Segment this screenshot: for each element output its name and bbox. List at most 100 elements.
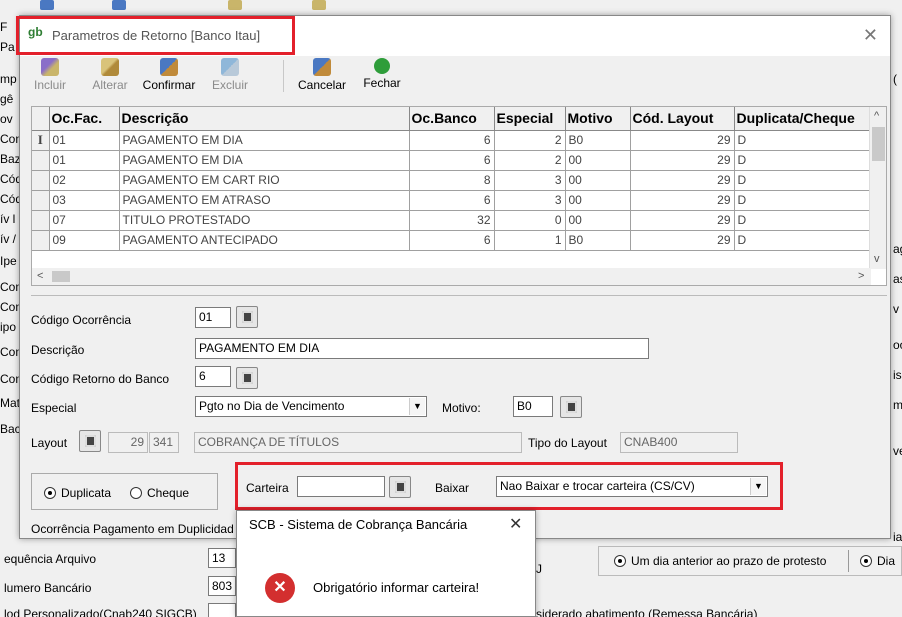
- cell-motivo[interactable]: 00: [565, 170, 631, 191]
- col-header-especial[interactable]: Especial: [494, 107, 566, 131]
- cell-especial[interactable]: 3: [494, 170, 566, 191]
- scroll-left-icon[interactable]: <: [37, 270, 43, 282]
- cancelar-button[interactable]: Cancelar: [294, 58, 350, 92]
- carteira-field[interactable]: [297, 476, 385, 497]
- cell-motivo[interactable]: 00: [565, 150, 631, 171]
- table-row[interactable]: 03 PAGAMENTO EM ATRASO 6 3 00 29 D: [32, 190, 875, 211]
- cell-codlayout[interactable]: 29: [630, 170, 735, 191]
- radio-cheque-label: Cheque: [147, 486, 190, 500]
- bg-radio-protesto[interactable]: Um dia anterior ao prazo de protesto: [614, 554, 826, 568]
- cell-ocfac[interactable]: 03: [49, 190, 120, 211]
- chevron-down-icon[interactable]: ▼: [409, 398, 425, 415]
- codigo-ocorrencia-lookup-icon[interactable]: [236, 306, 258, 328]
- codigo-retorno-field[interactable]: 6: [195, 366, 231, 387]
- cell-especial[interactable]: 1: [494, 230, 566, 251]
- excluir-button[interactable]: Excluir: [206, 58, 254, 92]
- bg-personalizado-field[interactable]: [208, 603, 236, 617]
- codigo-retorno-lookup-icon[interactable]: [236, 367, 258, 389]
- cell-especial[interactable]: 0: [494, 210, 566, 231]
- ocorrencias-grid[interactable]: Oc.Fac. Descrição Oc.Banco Especial Moti…: [31, 106, 887, 286]
- cell-ocbanco[interactable]: 6: [409, 190, 495, 211]
- table-row[interactable]: 09 PAGAMENTO ANTECIPADO 6 1 B0 29 D: [32, 230, 875, 251]
- cell-codlayout[interactable]: 29: [630, 230, 735, 251]
- motivo-field[interactable]: B0: [513, 396, 553, 417]
- col-header-ocbanco[interactable]: Oc.Banco: [409, 107, 495, 131]
- descricao-label: Descrição: [31, 343, 85, 357]
- bg-sequencia-field[interactable]: 13: [208, 548, 236, 568]
- col-header-descricao[interactable]: Descrição: [119, 107, 410, 131]
- radio-duplicata[interactable]: Duplicata: [44, 486, 111, 500]
- cell-codlayout[interactable]: 29: [630, 150, 735, 171]
- cell-especial[interactable]: 3: [494, 190, 566, 211]
- cell-ocbanco[interactable]: 6: [409, 130, 495, 151]
- cell-codlayout[interactable]: 29: [630, 210, 735, 231]
- cell-duplicata[interactable]: D: [734, 190, 875, 211]
- table-row[interactable]: 01 PAGAMENTO EM DIA 6 2 00 29 D: [32, 150, 875, 171]
- cell-codlayout[interactable]: 29: [630, 190, 735, 211]
- cell-descricao[interactable]: PAGAMENTO ANTECIPADO: [119, 230, 410, 251]
- col-header-motivo[interactable]: Motivo: [565, 107, 631, 131]
- chevron-down-icon[interactable]: ▼: [750, 478, 766, 495]
- fechar-button[interactable]: Fechar: [360, 58, 404, 90]
- table-row[interactable]: 02 PAGAMENTO EM CART RIO 8 3 00 29 D: [32, 170, 875, 191]
- cell-ocfac[interactable]: 01: [49, 150, 120, 171]
- cell-codlayout[interactable]: 29: [630, 130, 735, 151]
- grid-header-row: Oc.Fac. Descrição Oc.Banco Especial Moti…: [32, 107, 875, 131]
- col-header-codlayout[interactable]: Cód. Layout: [630, 107, 735, 131]
- cell-descricao[interactable]: PAGAMENTO EM DIA: [119, 150, 410, 171]
- bg-numero-label: lumero Bancário: [4, 581, 92, 595]
- cell-ocbanco[interactable]: 6: [409, 230, 495, 251]
- cell-duplicata[interactable]: D: [734, 170, 875, 191]
- cell-duplicata[interactable]: D: [734, 130, 875, 151]
- radio-cheque[interactable]: Cheque: [130, 486, 189, 500]
- col-header-ocfac[interactable]: Oc.Fac.: [49, 107, 120, 131]
- close-icon[interactable]: ✕: [509, 514, 522, 534]
- cell-ocbanco[interactable]: 6: [409, 150, 495, 171]
- cell-descricao[interactable]: PAGAMENTO EM CART RIO: [119, 170, 410, 191]
- motivo-lookup-icon[interactable]: [560, 396, 582, 418]
- scroll-down-icon[interactable]: v: [874, 253, 880, 265]
- layout-lookup-icon[interactable]: [79, 430, 101, 452]
- cell-ocfac[interactable]: 07: [49, 210, 120, 231]
- bg-radio-dia[interactable]: Dia: [860, 554, 895, 568]
- cell-ocbanco[interactable]: 32: [409, 210, 495, 231]
- incluir-button[interactable]: Incluir: [30, 58, 70, 92]
- cell-descricao[interactable]: PAGAMENTO EM ATRASO: [119, 190, 410, 211]
- scroll-up-icon[interactable]: ^: [874, 110, 879, 122]
- scroll-thumb[interactable]: [52, 271, 70, 282]
- close-icon[interactable]: ✕: [863, 25, 878, 46]
- cell-ocfac[interactable]: 02: [49, 170, 120, 191]
- alterar-button[interactable]: Alterar: [88, 58, 132, 92]
- cell-ocfac[interactable]: 01: [49, 130, 120, 151]
- bg-numero-field[interactable]: 803: [208, 576, 236, 596]
- bg-j-text: J: [536, 562, 542, 576]
- confirmar-button[interactable]: Confirmar: [138, 58, 200, 92]
- grid-horizontal-scrollbar[interactable]: < >: [32, 268, 871, 285]
- cell-duplicata[interactable]: D: [734, 210, 875, 231]
- codigo-ocorrencia-field[interactable]: 01: [195, 307, 231, 328]
- cell-motivo[interactable]: B0: [565, 130, 631, 151]
- scroll-right-icon[interactable]: >: [858, 270, 864, 282]
- col-header-duplicata[interactable]: Duplicata/Cheque: [734, 107, 875, 131]
- cell-motivo[interactable]: 00: [565, 210, 631, 231]
- cell-especial[interactable]: 2: [494, 150, 566, 171]
- table-row[interactable]: 07 TITULO PROTESTADO 32 0 00 29 D: [32, 210, 875, 231]
- cell-descricao[interactable]: TITULO PROTESTADO: [119, 210, 410, 231]
- codigo-ocorrencia-value: 01: [199, 310, 213, 324]
- bg-left-label: ov: [0, 112, 13, 126]
- carteira-lookup-icon[interactable]: [389, 476, 411, 498]
- especial-select[interactable]: Pgto no Dia de Vencimento ▼: [195, 396, 427, 417]
- baixar-select[interactable]: Nao Baixar e trocar carteira (CS/CV) ▼: [496, 476, 768, 497]
- cell-descricao[interactable]: PAGAMENTO EM DIA: [119, 130, 410, 151]
- table-row[interactable]: I 01 PAGAMENTO EM DIA 6 2 B0 29 D: [32, 130, 875, 151]
- scroll-thumb[interactable]: [872, 127, 885, 161]
- cell-duplicata[interactable]: D: [734, 150, 875, 171]
- cell-motivo[interactable]: B0: [565, 230, 631, 251]
- cell-motivo[interactable]: 00: [565, 190, 631, 211]
- cell-especial[interactable]: 2: [494, 130, 566, 151]
- cell-ocfac[interactable]: 09: [49, 230, 120, 251]
- descricao-field[interactable]: PAGAMENTO EM DIA: [195, 338, 649, 359]
- grid-vertical-scrollbar[interactable]: ^ v: [869, 107, 886, 269]
- cell-ocbanco[interactable]: 8: [409, 170, 495, 191]
- cell-duplicata[interactable]: D: [734, 230, 875, 251]
